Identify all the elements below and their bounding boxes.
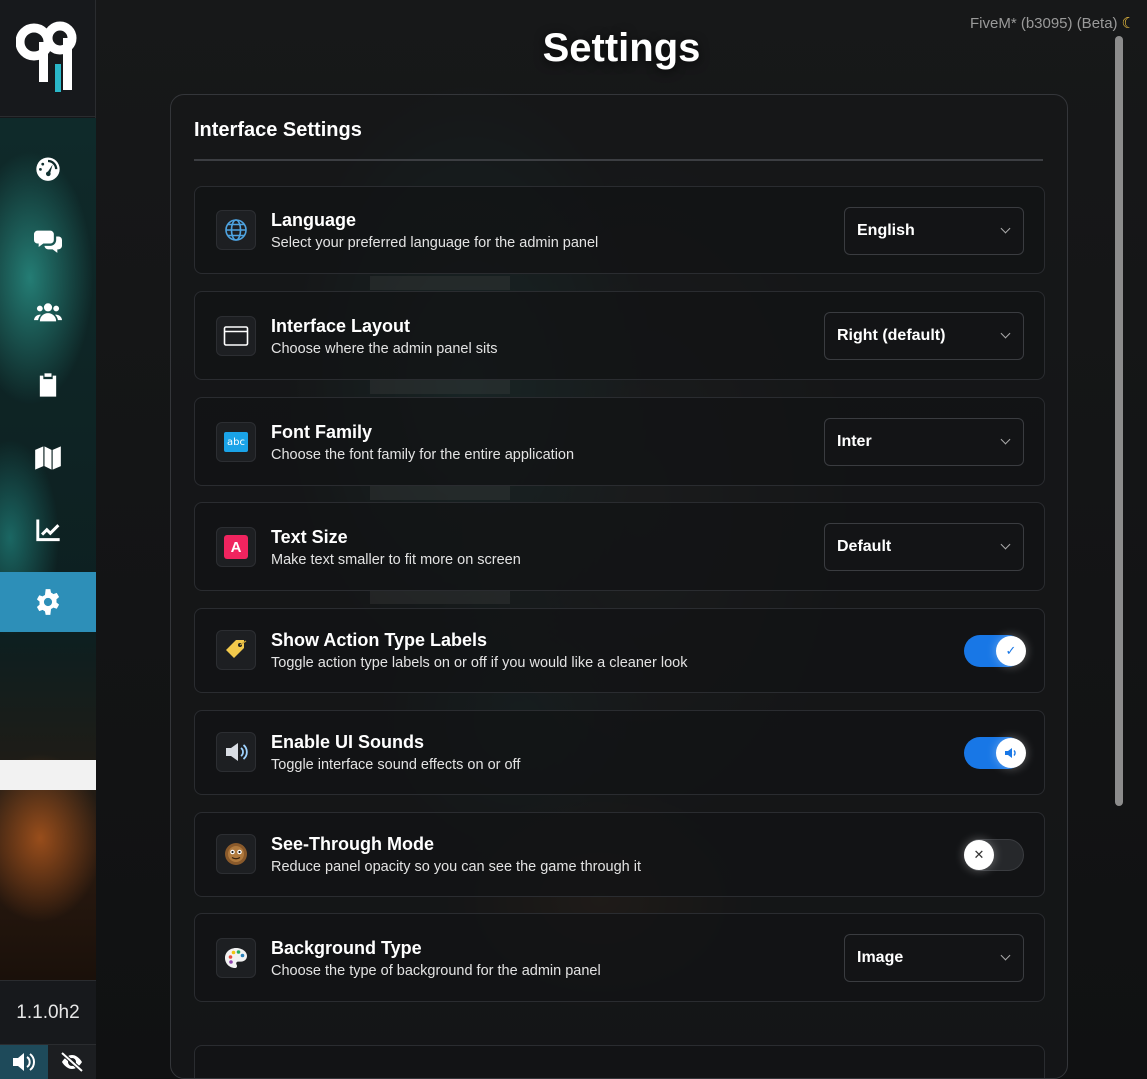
chevron-down-icon — [1000, 539, 1011, 550]
sidebar-item-stats[interactable] — [0, 500, 96, 560]
sidebar-item-players[interactable] — [0, 282, 96, 342]
setting-row-action-type-labels: Show Action Type Labels Toggle action ty… — [194, 608, 1045, 693]
setting-label: Text Size — [271, 527, 348, 547]
clipboard-icon — [39, 373, 57, 397]
chevron-down-icon — [1000, 434, 1011, 445]
sidebar-item-chat[interactable] — [0, 210, 96, 270]
sidebar-item-reports[interactable] — [0, 355, 96, 415]
interface-layout-select[interactable]: Right (default) — [824, 312, 1024, 360]
select-value: Right (default) — [837, 327, 946, 344]
panel-divider — [194, 159, 1043, 161]
face-icon — [216, 834, 256, 874]
setting-label: Interface Layout — [271, 316, 411, 336]
tag-icon — [216, 630, 256, 670]
setting-row-see-through-mode: See-Through Mode Reduce panel opacity so… — [194, 812, 1045, 897]
sidebar-item-settings[interactable] — [0, 572, 96, 632]
sidebar: 1.1.0h2 — [0, 0, 96, 1079]
setting-row-ui-sounds: Enable UI Sounds Toggle interface sound … — [194, 710, 1045, 795]
chevron-down-icon — [1000, 328, 1011, 339]
language-select[interactable]: English — [844, 207, 1024, 255]
abc-icon: abc — [216, 422, 256, 462]
sidebar-item-dashboard[interactable] — [0, 138, 96, 198]
setting-label: Font Family — [271, 422, 373, 442]
check-icon: ✓ — [996, 636, 1026, 666]
select-value: Inter — [837, 433, 872, 450]
chevron-down-icon — [1000, 950, 1011, 961]
comments-icon — [34, 230, 62, 253]
setting-description: Reduce panel opacity so you can see the … — [271, 859, 641, 875]
see-through-mode-toggle[interactable]: ✕ — [964, 839, 1024, 871]
sidebar-bottom-controls — [0, 1044, 96, 1079]
sidebar-artwork-band — [0, 760, 96, 790]
page-title: Settings — [542, 26, 701, 70]
setting-row-background-type: Background Type Choose the type of backg… — [194, 913, 1045, 1002]
speaker-icon — [216, 732, 256, 772]
scrollbar[interactable] — [1115, 36, 1123, 806]
close-icon: ✕ — [964, 840, 994, 870]
interface-settings-panel: Interface Settings Language Select your … — [170, 94, 1068, 1079]
setting-row-text-size: A Text Size Make text smaller to fit mor… — [194, 502, 1045, 591]
map-icon — [35, 446, 61, 470]
chevron-down-icon — [1000, 223, 1011, 234]
setting-description: Choose the type of background for the ad… — [271, 963, 601, 979]
globe-icon — [216, 210, 256, 250]
setting-label: Show Action Type Labels — [271, 630, 488, 650]
volume-icon — [13, 1053, 35, 1071]
select-value: Default — [837, 538, 892, 555]
setting-label: See-Through Mode — [271, 834, 434, 854]
text-size-select[interactable]: Default — [824, 523, 1024, 571]
setting-description: Choose where the admin panel sits — [271, 341, 498, 357]
panel-title: Interface Settings — [194, 119, 362, 141]
setting-row-language: Language Select your preferred language … — [194, 186, 1045, 274]
ui-sounds-toggle[interactable] — [964, 737, 1026, 769]
app-version: 1.1.0h2 — [0, 980, 96, 1044]
setting-description: Choose the font family for the entire ap… — [271, 447, 575, 463]
setting-label: Background Type — [271, 938, 422, 958]
palette-icon — [216, 938, 256, 978]
font-family-select[interactable]: Inter — [824, 418, 1024, 466]
abc-badge: abc — [224, 432, 248, 452]
setting-row-font-family: abc Font Family Choose the font family f… — [194, 397, 1045, 486]
logo-area — [0, 0, 95, 117]
action-type-labels-toggle[interactable]: ✓ — [964, 635, 1026, 667]
eye-slash-icon — [60, 1051, 84, 1073]
setting-label: Language — [271, 210, 357, 230]
select-value: English — [857, 222, 915, 239]
letter-a-icon: A — [216, 527, 256, 567]
setting-description: Toggle interface sound effects on or off — [271, 757, 521, 773]
chart-line-icon — [36, 519, 60, 542]
background-type-select[interactable]: Image — [844, 934, 1024, 982]
volume-icon — [996, 738, 1026, 768]
visibility-toggle-button[interactable] — [48, 1044, 96, 1079]
logo-icon — [15, 21, 76, 92]
window-icon — [216, 316, 256, 356]
setting-label: Enable UI Sounds — [271, 732, 425, 752]
setting-row-interface-layout: Interface Layout Choose where the admin … — [194, 291, 1045, 380]
setting-description: Select your preferred language for the a… — [271, 235, 599, 251]
sound-toggle-button[interactable] — [0, 1044, 48, 1079]
setting-description: Toggle action type labels on or off if y… — [271, 655, 688, 671]
users-icon — [34, 303, 62, 322]
gear-icon — [36, 589, 60, 615]
setting-description: Make text smaller to fit more on screen — [271, 552, 521, 568]
letter-a-badge: A — [224, 535, 248, 559]
sidebar-item-map[interactable] — [0, 428, 96, 488]
gauge-icon — [36, 157, 60, 181]
select-value: Image — [857, 949, 904, 966]
setting-row-next — [194, 1045, 1045, 1078]
